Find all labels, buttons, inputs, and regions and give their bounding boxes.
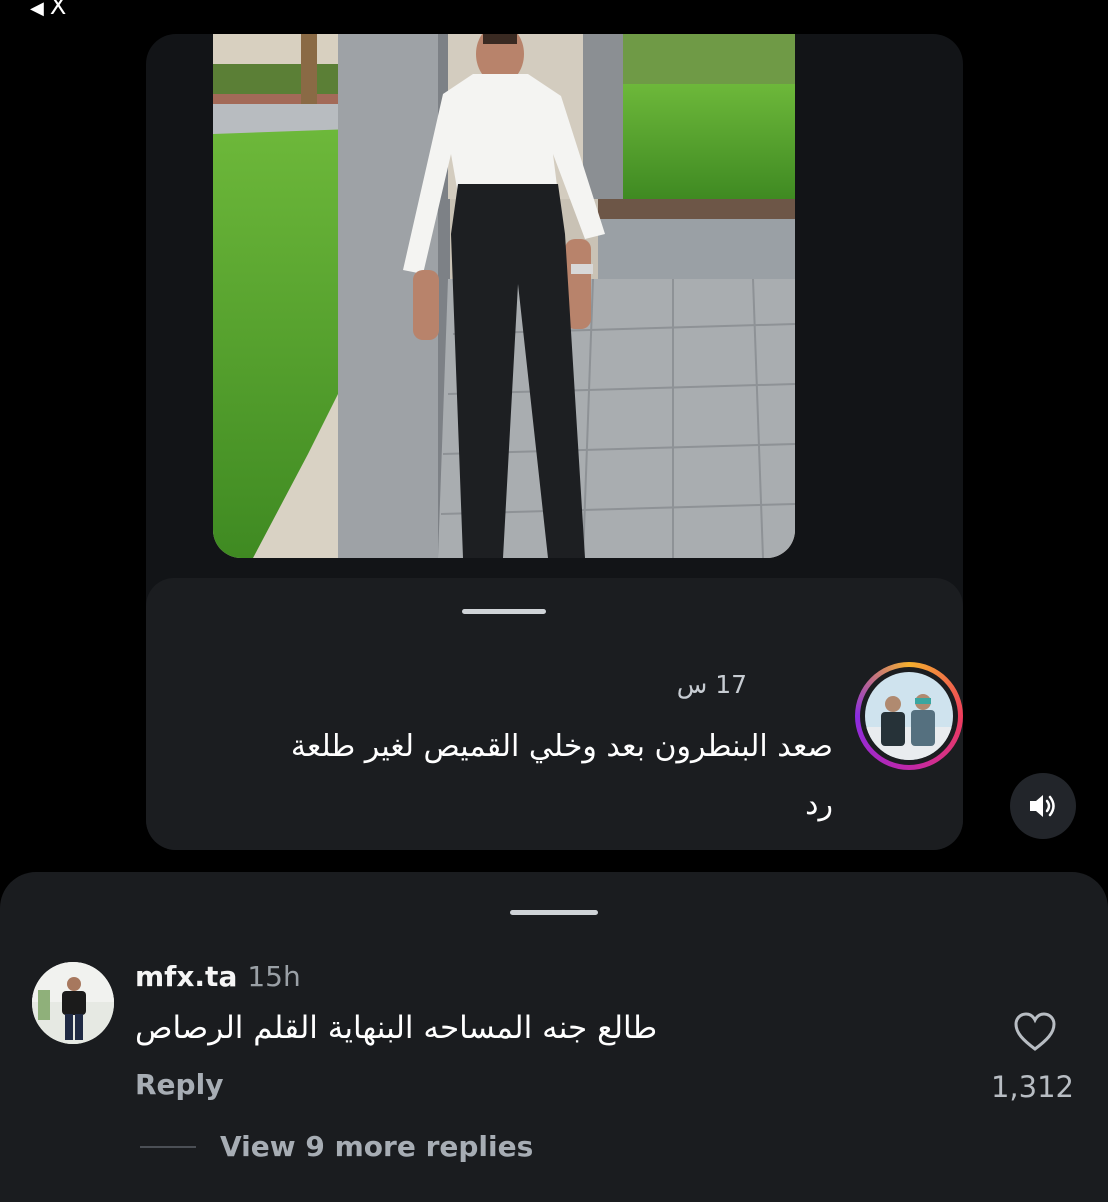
back-indicator[interactable]: ◀ (30, 0, 44, 19)
reply-button[interactable]: Reply (135, 1068, 223, 1101)
reply-message: صعد البنطرون بعد وخلي القميص لغير طلعة ر… (213, 718, 833, 834)
comment-header: mfx.ta 15h (135, 960, 301, 993)
view-more-replies-label[interactable]: View 9 more replies (220, 1130, 533, 1163)
divider-line (140, 1145, 196, 1148)
comment-username[interactable]: mfx.ta (135, 960, 237, 993)
story-avatar[interactable] (855, 662, 963, 770)
speaker-icon (1030, 795, 1055, 817)
comment-text: طالع جنه المساحه البنهاية القلم الرصاص (135, 1010, 658, 1046)
like-button[interactable] (1013, 1012, 1057, 1056)
shared-video-card[interactable]: 17 س صعد البنطرون بعد وخلي القميص لغير ط… (146, 34, 963, 850)
status-app-label: X (49, 0, 67, 20)
comments-drag-handle[interactable] (510, 910, 598, 915)
avatar-image (865, 672, 953, 760)
view-more-replies[interactable]: View 9 more replies (140, 1130, 533, 1163)
comment-time: 15h (247, 960, 301, 993)
reply-panel: 17 س صعد البنطرون بعد وخلي القميص لغير ط… (146, 578, 963, 850)
comments-sheet: mfx.ta 15h طالع جنه المساحه البنهاية القل… (0, 872, 1108, 1202)
comment-avatar[interactable] (32, 962, 114, 1044)
reply-timestamp: 17 س (676, 670, 747, 699)
heart-icon (1014, 1012, 1056, 1051)
sound-toggle-button[interactable] (1010, 773, 1076, 839)
like-count: 1,312 (990, 1070, 1074, 1104)
reply-message-text: صعد البنطرون بعد وخلي القميص لغير طلعة (290, 729, 833, 764)
drag-handle[interactable] (462, 609, 546, 614)
reply-action-label[interactable]: رد (213, 776, 833, 834)
video-thumbnail[interactable] (213, 34, 795, 558)
video-frame-image (213, 34, 795, 558)
status-bar: ◀ X (30, 0, 66, 20)
